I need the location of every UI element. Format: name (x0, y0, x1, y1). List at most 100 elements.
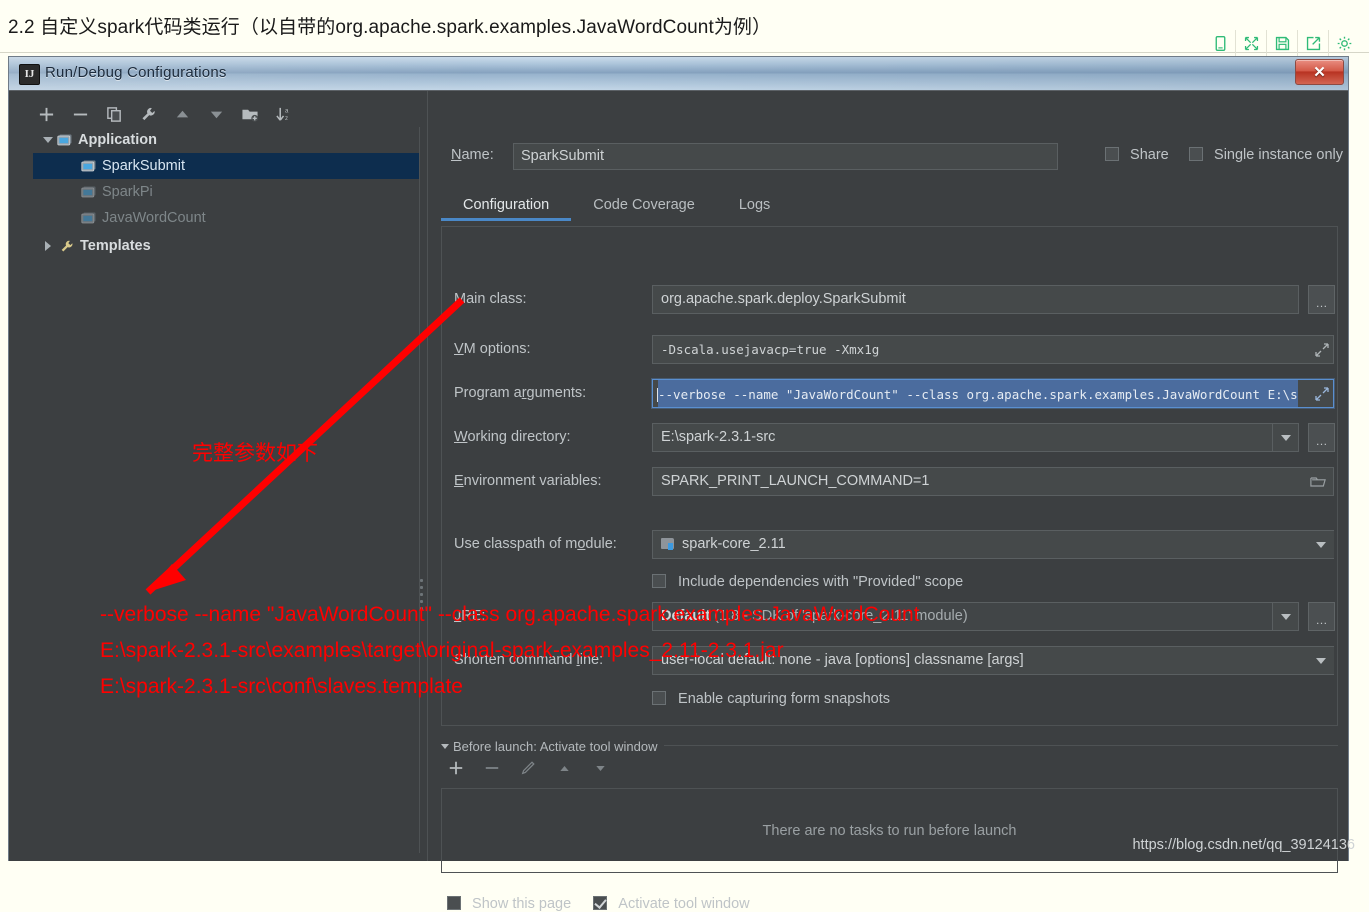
tab-code-coverage[interactable]: Code Coverage (571, 191, 717, 221)
chevron-down-icon (1316, 657, 1326, 664)
vm-options-input[interactable]: -Dscala.usejavacp=true -Xmx1g (652, 335, 1334, 364)
name-row: Name: SparkSubmit Share Single instance … (441, 143, 1343, 171)
close-button[interactable]: ✕ (1295, 59, 1344, 85)
include-dependencies-label: Include dependencies with "Provided" sco… (678, 574, 964, 590)
show-this-page-checkbox[interactable]: Show this page (447, 896, 575, 912)
activate-tool-window-label: Activate tool window (618, 896, 750, 912)
before-launch-add-button[interactable] (447, 759, 465, 777)
use-classpath-select[interactable]: spark-core_2.11 (652, 530, 1334, 559)
folder-plus-icon[interactable] (241, 105, 259, 123)
tab-configuration[interactable]: Configuration (441, 191, 572, 221)
before-launch-task-list[interactable]: There are no tasks to run before launch (441, 788, 1338, 873)
main-class-input[interactable]: org.apache.spark.deploy.SparkSubmit (652, 285, 1299, 314)
tree-node-label: SparkPi (102, 184, 153, 200)
shorten-command-line-dropdown-button[interactable] (1308, 647, 1334, 674)
configurations-tree[interactable]: Application SparkSubmit SparkPi JavaWord… (33, 127, 420, 853)
mobile-icon[interactable] (1205, 30, 1235, 56)
window-controls: ✕ (1295, 59, 1344, 85)
tab-logs[interactable]: Logs (717, 191, 792, 221)
share-icon[interactable] (1297, 30, 1328, 56)
tree-node-templates[interactable]: Templates (33, 233, 419, 259)
expand-toggle-application[interactable] (39, 137, 57, 143)
configuration-editor-panel: Name: SparkSubmit Share Single instance … (433, 91, 1348, 912)
tree-node-application[interactable]: Application (33, 127, 419, 153)
expand-toggle-templates[interactable] (39, 241, 57, 251)
before-launch-toolbar (447, 759, 609, 777)
use-classpath-label: Use classpath of module: (454, 536, 617, 552)
single-instance-checkbox[interactable]: Single instance only (1189, 147, 1343, 163)
collapse-toggle-icon[interactable] (441, 744, 449, 749)
name-input[interactable]: SparkSubmit (513, 143, 1058, 170)
working-directory-browse-button[interactable]: … (1308, 423, 1335, 452)
jre-dropdown-button[interactable] (1272, 603, 1298, 630)
move-down-button[interactable] (207, 105, 225, 123)
annotation-line-3: E:\spark-2.3.1-src\conf\slaves.template (100, 675, 463, 698)
environment-variables-input[interactable]: SPARK_PRINT_LAUNCH_COMMAND=1 (652, 467, 1334, 496)
panel-splitter[interactable] (417, 91, 427, 861)
before-launch-empty-text: There are no tasks to run before launch (762, 822, 1017, 839)
intellij-app-icon: IJ (19, 64, 40, 85)
remove-button[interactable] (71, 105, 89, 123)
wrench-icon (59, 239, 75, 254)
tree-node-sparksubmit[interactable]: SparkSubmit (33, 153, 419, 179)
vm-options-expand-icon[interactable] (1314, 342, 1330, 358)
show-this-page-checkbox-box[interactable] (447, 896, 461, 910)
single-instance-checkbox-box[interactable] (1189, 147, 1203, 161)
vm-options-value: -Dscala.usejavacp=true -Xmx1g (661, 342, 880, 357)
tree-node-javawordcount[interactable]: JavaWordCount (33, 205, 419, 231)
panel-divider (427, 91, 428, 861)
copy-icon[interactable] (105, 105, 123, 123)
article-toolbar (1205, 30, 1359, 56)
tree-node-label: Templates (80, 238, 151, 254)
app-icon-text: IJ (24, 68, 35, 80)
page-root: 2.2 自定义spark代码类运行（以自带的org.apache.spark.e… (0, 0, 1369, 912)
pencil-icon[interactable] (519, 759, 537, 777)
tree-node-sparkpi[interactable]: SparkPi (33, 179, 419, 205)
enable-capturing-checkbox[interactable]: Enable capturing form snapshots (652, 691, 890, 707)
window-title: Run/Debug Configurations (45, 64, 227, 81)
before-launch-title[interactable]: Before launch: Activate tool window (441, 739, 664, 754)
environment-variables-row: Environment variables: SPARK_PRINT_LAUNC… (442, 467, 1337, 497)
window-body: az Application SparkSubmit SparkPi JavaW… (9, 90, 1348, 912)
jre-browse-button[interactable]: … (1308, 602, 1335, 631)
environment-variables-browse-icon[interactable] (1310, 474, 1326, 490)
save-icon[interactable] (1266, 30, 1297, 56)
working-directory-input[interactable]: E:\spark-2.3.1-src (652, 423, 1299, 452)
configurations-tree-panel: az Application SparkSubmit SparkPi JavaW… (23, 91, 420, 861)
show-this-page-label: Show this page (472, 896, 572, 912)
use-classpath-dropdown-button[interactable] (1308, 531, 1334, 558)
editor-tabs: Configuration Code Coverage Logs (441, 191, 792, 221)
tree-node-label: JavaWordCount (102, 210, 206, 226)
run-config-icon (81, 185, 97, 199)
environment-variables-label: Environment variables: (454, 473, 602, 489)
tree-toolbar: az (37, 99, 293, 129)
sort-az-icon[interactable]: az (275, 105, 293, 123)
application-icon (57, 133, 73, 147)
before-launch-down-button[interactable] (591, 759, 609, 777)
working-directory-row: Working directory: E:\spark-2.3.1-src … (442, 423, 1337, 453)
activate-tool-window-checkbox-box[interactable] (593, 896, 608, 910)
share-checkbox-box[interactable] (1105, 147, 1119, 161)
program-arguments-input[interactable]: --verbose --name "JavaWordCount" --class… (652, 379, 1334, 408)
share-checkbox[interactable]: Share (1105, 147, 1169, 163)
name-label: Name: (451, 147, 494, 163)
before-launch-up-button[interactable] (555, 759, 573, 777)
activate-tool-window-checkbox[interactable]: Activate tool window (593, 896, 750, 912)
wrench-icon[interactable] (139, 105, 157, 123)
enable-capturing-checkbox-box[interactable] (652, 691, 666, 705)
include-dependencies-checkbox-box[interactable] (652, 574, 666, 588)
chevron-down-icon (1316, 541, 1326, 548)
main-class-browse-button[interactable]: … (1308, 285, 1335, 314)
expand-icon[interactable] (1235, 30, 1266, 56)
gear-icon[interactable] (1328, 30, 1359, 56)
working-directory-dropdown-button[interactable] (1272, 424, 1298, 451)
watermark: https://blog.csdn.net/qq_39124136 (1132, 837, 1355, 853)
move-up-button[interactable] (173, 105, 191, 123)
add-button[interactable] (37, 105, 55, 123)
chevron-down-icon (1280, 434, 1291, 441)
chevron-down-icon (1280, 613, 1291, 620)
include-dependencies-checkbox[interactable]: Include dependencies with "Provided" sco… (652, 574, 963, 590)
before-launch-remove-button[interactable] (483, 759, 501, 777)
program-arguments-expand-icon[interactable] (1314, 386, 1330, 402)
run-config-icon (81, 159, 97, 173)
